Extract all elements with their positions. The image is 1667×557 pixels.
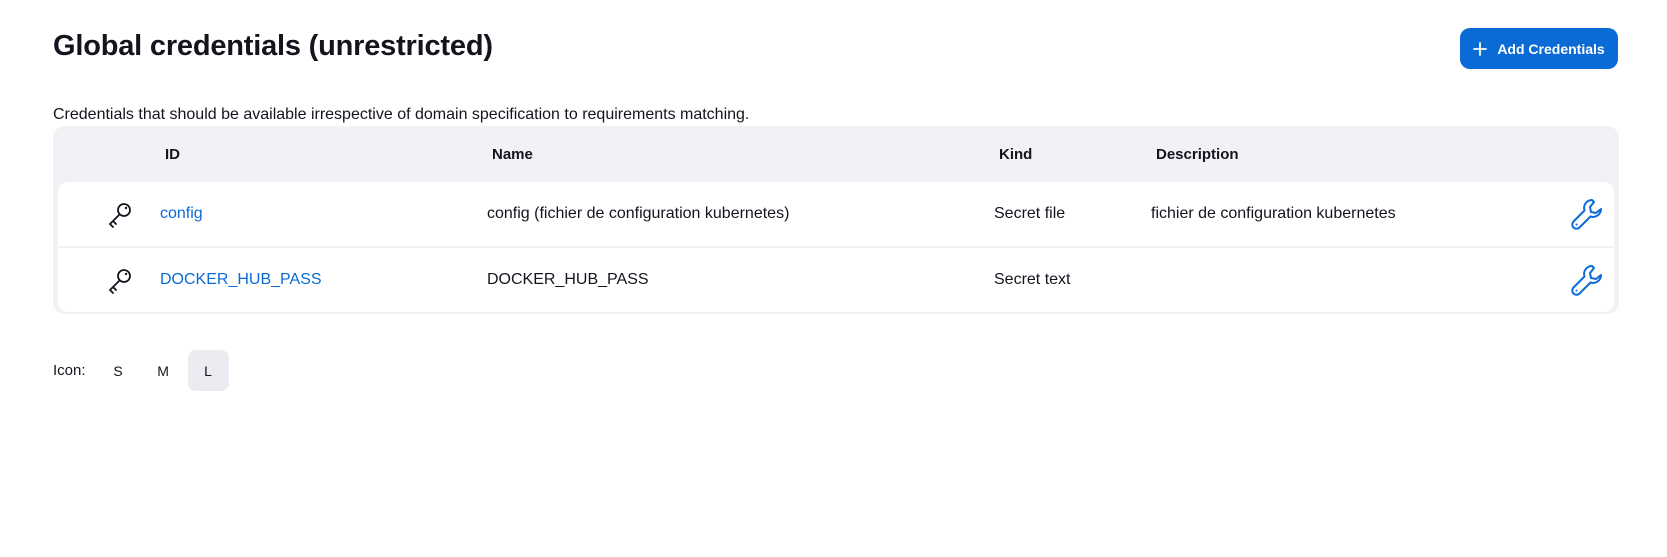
table-row: config config (fichier de configuration … [58,182,1614,246]
credential-kind: Secret text [994,271,1071,288]
icon-size-small[interactable]: S [98,350,139,391]
table-row: DOCKER_HUB_PASS DOCKER_HUB_PASS Secret t… [58,246,1614,312]
plus-icon [1473,41,1488,56]
credential-name: DOCKER_HUB_PASS [487,271,649,288]
table-header: ID Name Kind Description [58,126,1614,182]
credential-id-link[interactable]: config [160,205,203,223]
credential-name: config (fichier de configuration kuberne… [487,205,790,222]
icon-size-label: Icon: [53,362,86,379]
icon-size-medium[interactable]: M [143,350,184,391]
icon-size-selector: Icon: S M L [53,350,229,391]
page-description: Credentials that should be available irr… [53,106,750,123]
column-header-id[interactable]: ID [165,146,180,163]
page-title: Global credentials (unrestricted) [53,30,493,62]
icon-size-large[interactable]: L [187,350,229,391]
add-credentials-button[interactable]: Add Credentials [1460,28,1618,69]
add-credentials-label: Add Credentials [1497,40,1605,57]
credential-id-link[interactable]: DOCKER_HUB_PASS [160,271,322,289]
key-icon [106,200,134,228]
column-header-kind[interactable]: Kind [999,146,1032,163]
wrench-icon[interactable] [1570,197,1604,231]
credentials-table: ID Name Kind Description config config (… [53,126,1619,314]
credential-kind: Secret file [994,205,1066,222]
column-header-name[interactable]: Name [492,146,533,163]
credential-description: fichier de configuration kubernetes [1151,205,1396,222]
column-header-description[interactable]: Description [1156,146,1239,163]
table-body: config config (fichier de configuration … [58,182,1614,312]
key-icon [106,266,134,294]
wrench-icon[interactable] [1570,263,1604,297]
page: Global credentials (unrestricted) Add Cr… [0,0,1667,557]
